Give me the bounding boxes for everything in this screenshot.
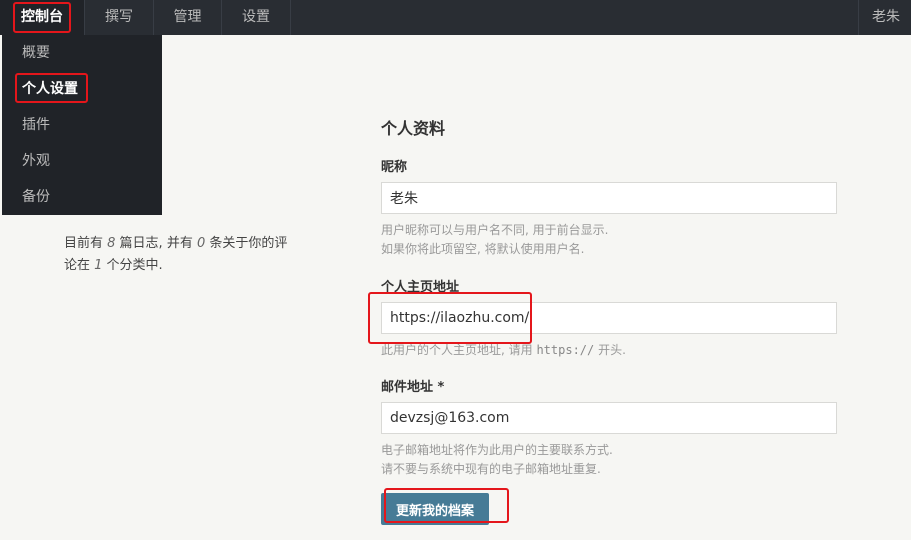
homepage-desc-text: 此用户的个人主页地址, 请用 xyxy=(381,343,537,357)
nav-dashboard[interactable]: 控制台 xyxy=(0,0,85,35)
email-desc-line: 请不要与系统中现有的电子邮箱地址重复. xyxy=(381,462,601,476)
email-desc-line: 电子邮箱地址将作为此用户的主要联系方式. xyxy=(381,443,613,457)
comment-count: 0 xyxy=(196,236,206,251)
menu-item-appearance[interactable]: 外观 xyxy=(2,143,162,179)
menu-item-profile[interactable]: 个人设置 xyxy=(2,71,162,107)
dashboard-dropdown-menu: 概要 个人设置 插件 外观 备份 xyxy=(2,35,162,215)
profile-section-title: 个人资料 xyxy=(381,119,446,138)
homepage-label: 个人主页地址 xyxy=(381,280,460,295)
nickname-desc-line: 如果你将此项留空, 将默认使用用户名. xyxy=(381,242,585,256)
nickname-input[interactable] xyxy=(381,182,837,214)
email-label: 邮件地址 * xyxy=(381,380,445,395)
email-description: 电子邮箱地址将作为此用户的主要联系方式. 请不要与系统中现有的电子邮箱地址重复. xyxy=(381,441,613,479)
summary-text: 个分类中. xyxy=(102,258,163,273)
blog-summary: 目前有 8 篇日志, 并有 0 条关于你的评论在 1 个分类中. xyxy=(64,233,294,277)
menu-item-backup[interactable]: 备份 xyxy=(2,179,162,215)
nav-write[interactable]: 撰写 xyxy=(85,0,154,35)
homepage-desc-code: https:// xyxy=(536,343,595,357)
nav-user[interactable]: 老朱 xyxy=(858,0,911,35)
summary-text: 目前有 xyxy=(64,236,108,251)
homepage-description: 此用户的个人主页地址, 请用 https:// 开头. xyxy=(381,341,626,360)
homepage-desc-text: 开头. xyxy=(594,343,626,357)
nickname-description: 用户昵称可以与用户名不同, 用于前台显示. 如果你将此项留空, 将默认使用用户名… xyxy=(381,221,608,259)
menu-item-overview[interactable]: 概要 xyxy=(2,35,162,71)
email-input[interactable] xyxy=(381,402,837,434)
summary-text: 篇日志, 并有 xyxy=(115,236,197,251)
top-navbar: 控制台 撰写 管理 设置 老朱 xyxy=(0,0,911,35)
nickname-desc-line: 用户昵称可以与用户名不同, 用于前台显示. xyxy=(381,223,609,237)
menu-item-plugins[interactable]: 插件 xyxy=(2,107,162,143)
homepage-input[interactable] xyxy=(381,302,837,334)
update-profile-button[interactable]: 更新我的档案 xyxy=(381,493,489,525)
nickname-label: 昵称 xyxy=(381,160,408,175)
nav-settings[interactable]: 设置 xyxy=(222,0,291,35)
nav-manage[interactable]: 管理 xyxy=(154,0,222,35)
